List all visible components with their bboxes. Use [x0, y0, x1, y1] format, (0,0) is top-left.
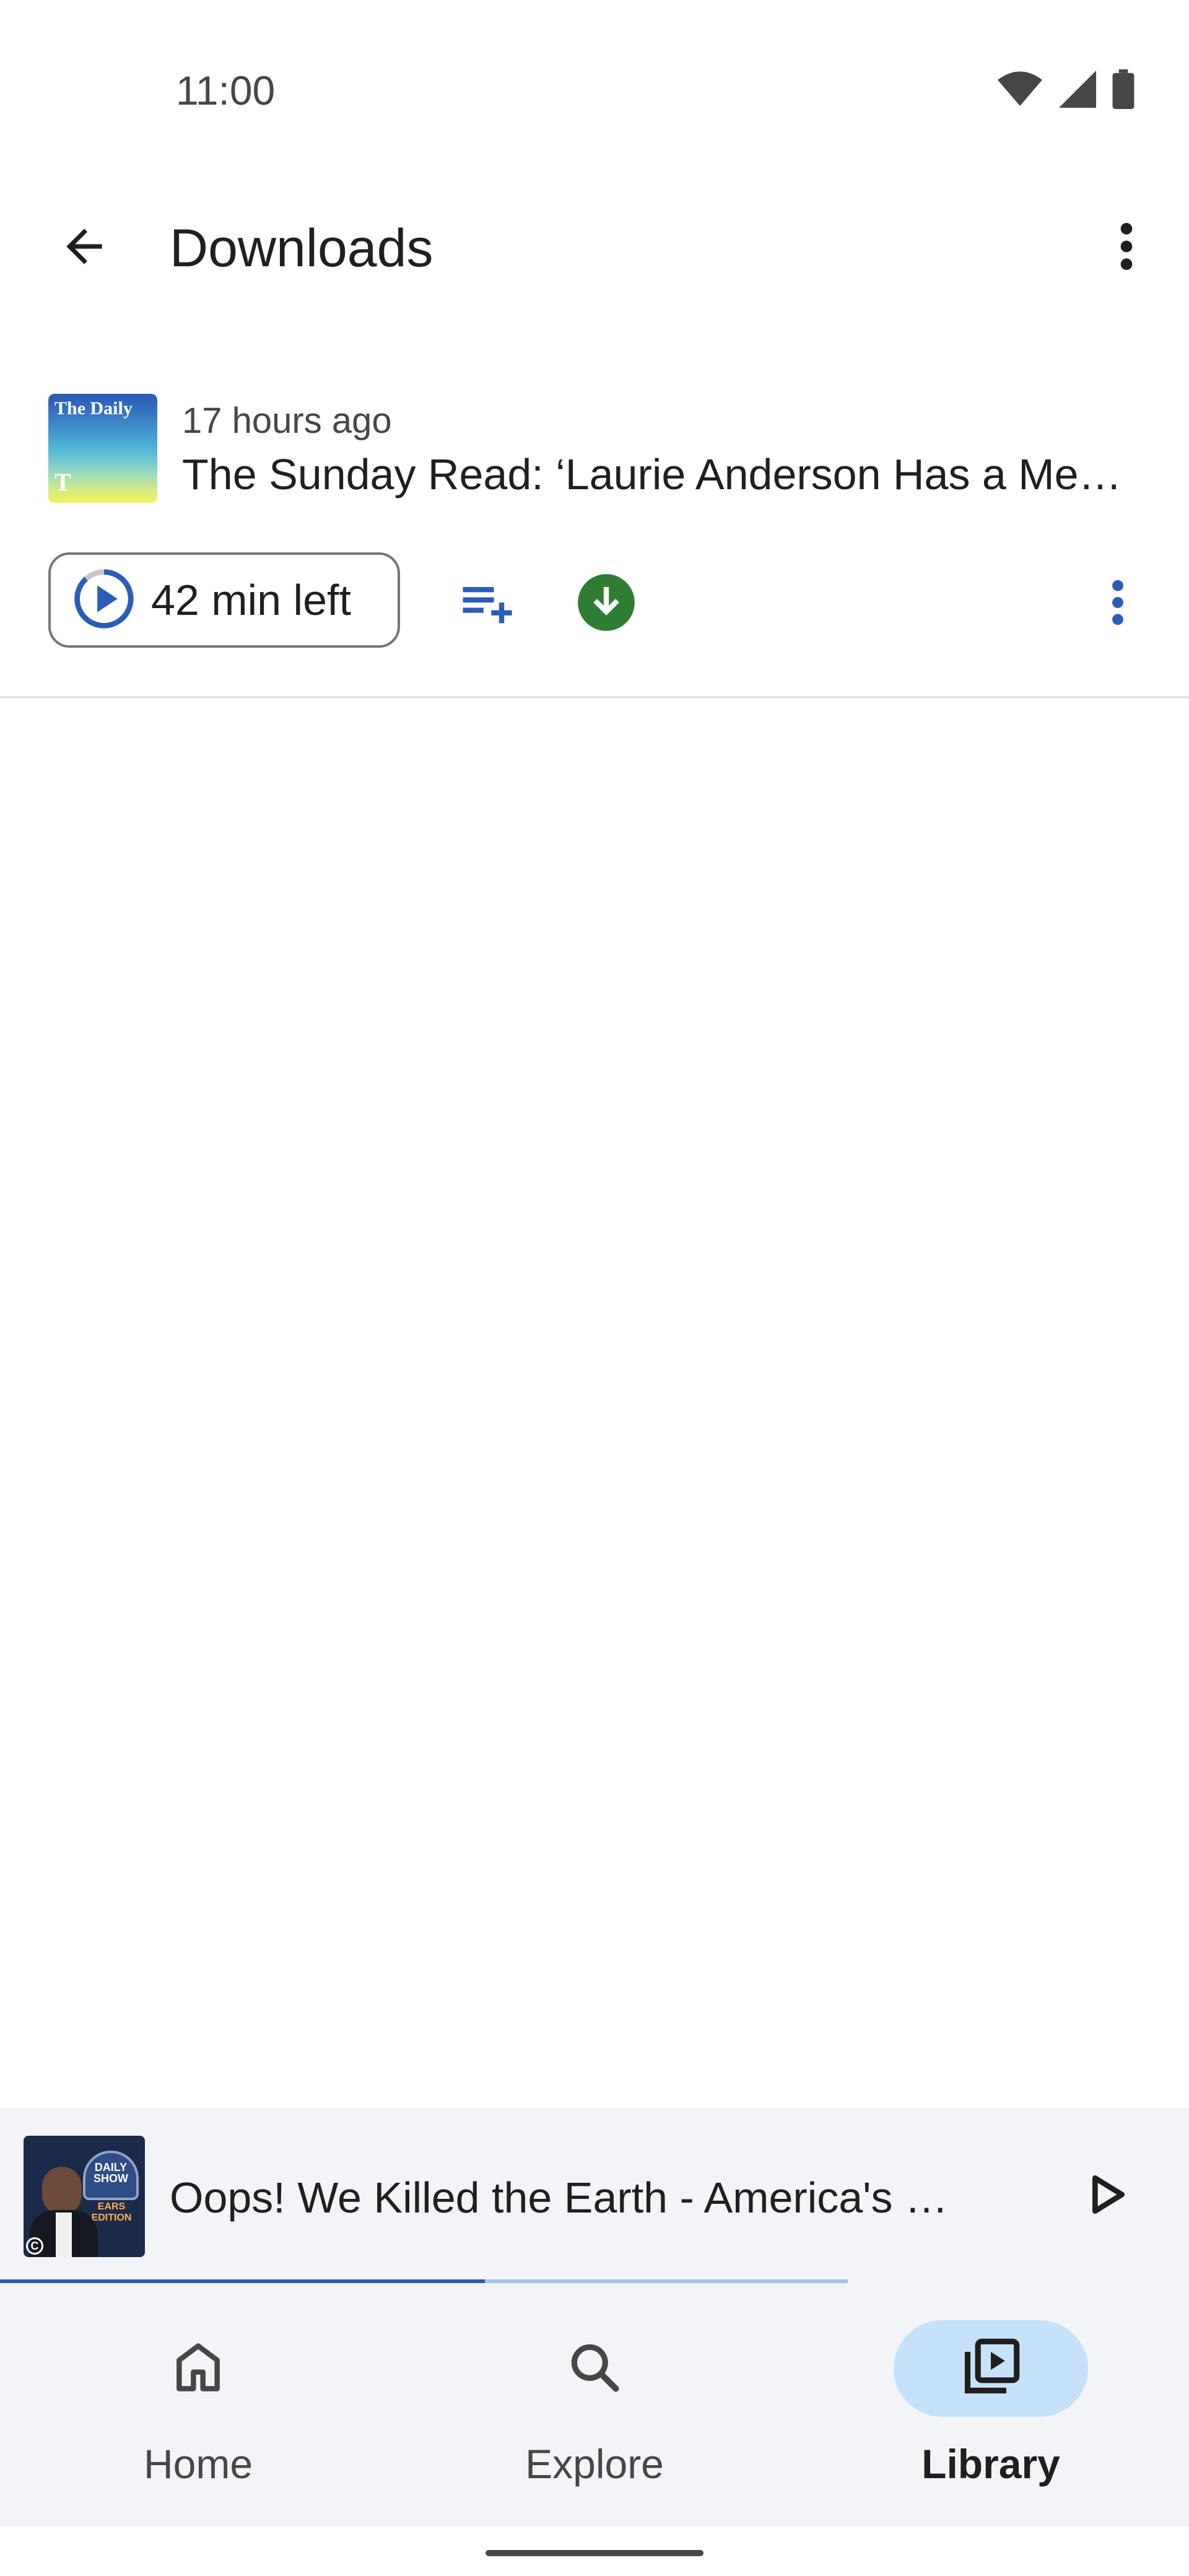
episode-more-button[interactable] [1078, 564, 1158, 644]
battery-icon [1112, 69, 1135, 112]
artwork-show: DAILY SHOW [94, 2161, 128, 2185]
play-progress-icon [72, 567, 136, 634]
library-icon [960, 2336, 1022, 2401]
play-button[interactable]: 42 min left [48, 552, 400, 648]
gesture-handle[interactable] [486, 2550, 703, 2556]
bottom-navigation: Home Explore Library [0, 2283, 1189, 2526]
play-icon [1081, 2170, 1130, 2222]
divider [0, 696, 1189, 698]
artwork-label: The Daily [54, 398, 133, 419]
status-icons [997, 69, 1135, 112]
episode-item[interactable]: The Daily T 17 hours ago The Sunday Read… [0, 378, 1189, 700]
nav-explore-label: Explore [525, 2441, 664, 2487]
episode-date: 17 hours ago [182, 401, 392, 441]
arrow-back-icon [58, 220, 111, 276]
overflow-menu-button[interactable] [1092, 214, 1161, 282]
top-app-bar: Downloads [0, 186, 1189, 310]
search-icon [566, 2339, 623, 2399]
status-time: 11:00 [176, 67, 276, 113]
episode-title[interactable]: The Sunday Read: ‘Laurie Anderson Has a … [182, 450, 1136, 499]
more-vert-icon [1119, 220, 1134, 276]
more-vert-icon [1111, 577, 1125, 631]
page-title: Downloads [170, 219, 433, 278]
artwork-mark: C [26, 2237, 43, 2255]
add-to-queue-button[interactable] [446, 564, 526, 644]
cellular-icon [1059, 71, 1096, 111]
playlist-add-icon [455, 572, 517, 637]
wifi-icon [997, 71, 1043, 111]
status-bar: 11:00 [0, 0, 1189, 180]
mini-player-title[interactable]: Oops! We Killed the Earth - America's … [170, 2173, 975, 2222]
mini-player-play-button[interactable] [1065, 2156, 1146, 2236]
episode-artwork: The Daily T [48, 394, 157, 503]
nav-home-label: Home [143, 2441, 253, 2487]
nav-library-label: Library [921, 2441, 1060, 2487]
downloaded-button[interactable] [566, 564, 647, 644]
download-done-icon [575, 572, 637, 637]
mini-player-artwork: DAILY SHOW EARS EDITION C [24, 2136, 145, 2257]
time-left-label: 42 min left [151, 576, 351, 624]
home-icon [170, 2339, 227, 2399]
nav-explore[interactable]: Explore [396, 2320, 793, 2506]
mini-player[interactable]: DAILY SHOW EARS EDITION C Oops! We Kille… [0, 2108, 1189, 2283]
artwork-logo: T [54, 468, 71, 496]
nav-library[interactable]: Library [793, 2320, 1189, 2506]
nav-home[interactable]: Home [0, 2320, 396, 2506]
back-button[interactable] [47, 217, 121, 279]
